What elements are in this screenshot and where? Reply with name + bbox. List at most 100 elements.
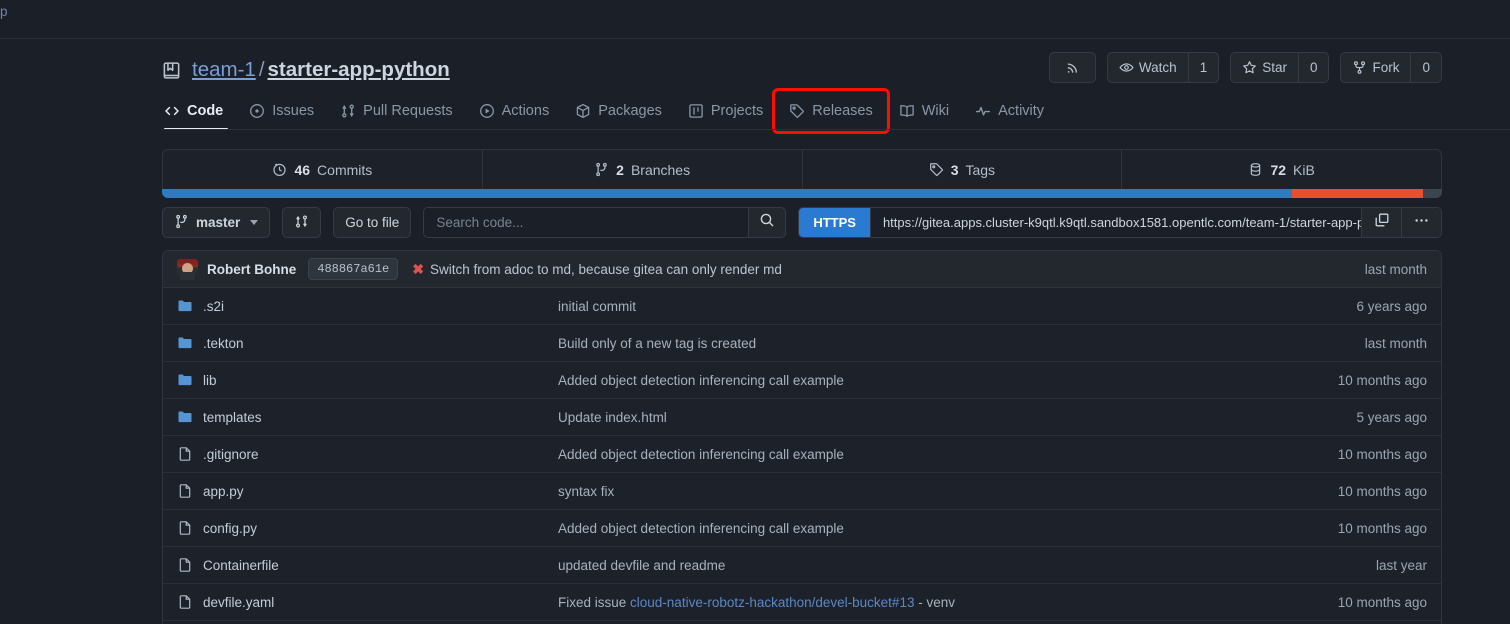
folder-icon	[177, 298, 193, 314]
page-fragment-text: p	[0, 4, 8, 19]
code-icon	[164, 103, 180, 119]
file-name[interactable]: app.py	[203, 484, 244, 499]
commit-hash[interactable]: 488867a61e	[308, 258, 399, 280]
file-name[interactable]: .tekton	[203, 336, 244, 351]
page-title: team-1/starter-app-python	[192, 58, 450, 81]
tab-wiki[interactable]: Wiki	[886, 92, 962, 130]
file-icon	[177, 594, 193, 610]
file-time: 10 months ago	[1337, 483, 1427, 499]
file-name[interactable]: .gitignore	[203, 447, 259, 462]
file-name[interactable]: .s2i	[203, 299, 224, 314]
branch-selector[interactable]: master	[162, 207, 271, 238]
search-button[interactable]	[748, 207, 787, 238]
clone-url-field[interactable]: https://gitea.apps.cluster-k9qtl.k9qtl.s…	[869, 208, 1361, 237]
file-commit-message[interactable]: Added object detection inferencing call …	[558, 447, 1322, 462]
tab-pull-requests[interactable]: Pull Requests	[327, 92, 465, 130]
file-commit-message[interactable]: Update index.html	[558, 410, 1340, 425]
table-row[interactable]: app.py syntax fix 10 months ago	[163, 473, 1441, 510]
tab-projects[interactable]: Projects	[675, 92, 776, 130]
tab-issues[interactable]: Issues	[236, 92, 327, 130]
pulse-icon	[975, 103, 991, 119]
file-commit-message[interactable]: Added object detection inferencing call …	[558, 373, 1322, 388]
book-icon	[899, 103, 915, 119]
file-icon	[177, 483, 193, 499]
file-time: 5 years ago	[1356, 409, 1427, 425]
file-time: 6 years ago	[1356, 298, 1427, 314]
file-name[interactable]: lib	[203, 373, 217, 388]
file-commit-message[interactable]: Added object detection inferencing call …	[558, 521, 1322, 536]
rss-button[interactable]	[1048, 52, 1096, 83]
tab-actions[interactable]: Actions	[466, 92, 563, 130]
stat-commits[interactable]: 46 Commits	[163, 150, 482, 189]
language-segment-blue[interactable]	[162, 189, 1293, 198]
language-bar	[162, 189, 1442, 198]
file-commit-message[interactable]: syntax fix	[558, 484, 1322, 499]
file-commit-message[interactable]: updated devfile and readme	[558, 558, 1360, 573]
file-name-cell: .gitignore	[177, 446, 558, 462]
star-label: Star	[1262, 60, 1287, 75]
table-row[interactable]: lib Added object detection inferencing c…	[163, 362, 1441, 399]
table-row[interactable]: config.py Added object detection inferen…	[163, 510, 1441, 547]
failed-x-icon[interactable]: ✖	[412, 262, 424, 276]
language-segment-orange[interactable]	[1292, 189, 1423, 198]
table-row[interactable]: .tekton Build only of a new tag is creat…	[163, 325, 1441, 362]
table-row[interactable]: Containerfile updated devfile and readme…	[163, 547, 1441, 584]
table-row[interactable]: templates Update index.html 5 years ago	[163, 399, 1441, 436]
file-commit-message[interactable]: initial commit	[558, 299, 1340, 314]
fork-button[interactable]: Fork	[1341, 53, 1410, 82]
repository-stats-bar: 46 Commits 2 Branches 3 Tags 72 KiB	[162, 149, 1442, 189]
tab-code[interactable]: Code	[162, 92, 236, 130]
fork-button-group: Fork 0	[1340, 52, 1442, 83]
copy-url-button[interactable]	[1361, 208, 1401, 237]
repo-owner-link[interactable]: team-1	[192, 58, 256, 81]
commit-author[interactable]: Robert Bohne	[207, 262, 296, 277]
compare-branches-button[interactable]	[282, 207, 322, 238]
star-button[interactable]: Star	[1231, 53, 1298, 82]
file-name-cell: templates	[177, 409, 558, 425]
table-row[interactable]: devfile.yaml Fixed issue cloud-native-ro…	[163, 584, 1441, 621]
file-name[interactable]: devfile.yaml	[203, 595, 274, 610]
stat-tags[interactable]: 3 Tags	[801, 150, 1122, 189]
folder-icon	[177, 409, 193, 425]
fork-label: Fork	[1372, 60, 1400, 75]
stat-branches[interactable]: 2 Branches	[481, 150, 802, 189]
code-search	[423, 207, 787, 238]
branch-icon	[174, 214, 189, 232]
clone-more-button[interactable]	[1401, 208, 1441, 237]
repo-name-link[interactable]: starter-app-python	[268, 58, 450, 81]
fork-count[interactable]: 0	[1410, 53, 1441, 82]
table-row[interactable]: .gitignore Added object detection infere…	[163, 436, 1441, 473]
file-commit-message[interactable]: Fixed issue cloud-native-robotz-hackatho…	[558, 595, 1322, 610]
language-segment-gray[interactable]	[1422, 189, 1442, 198]
tab-wiki-label: Wiki	[921, 103, 950, 119]
star-icon	[1242, 60, 1257, 75]
file-commit-message[interactable]: Build only of a new tag is created	[558, 336, 1349, 351]
watch-button[interactable]: Watch	[1108, 53, 1188, 82]
eye-icon	[1119, 60, 1134, 75]
watch-label: Watch	[1138, 60, 1177, 75]
star-count[interactable]: 0	[1297, 53, 1329, 82]
commit-time: last month	[1364, 261, 1427, 277]
commit-message[interactable]: Switch from adoc to md, because gitea ca…	[430, 262, 782, 277]
file-time: 10 months ago	[1337, 594, 1427, 610]
watch-count[interactable]: 1	[1187, 53, 1219, 82]
tabs-divider	[162, 129, 1510, 130]
tab-releases[interactable]: Releases	[772, 88, 890, 134]
tab-activity[interactable]: Activity	[962, 92, 1057, 130]
file-name[interactable]: templates	[203, 410, 262, 425]
tab-pull-requests-label: Pull Requests	[363, 103, 453, 119]
clone-protocol-button[interactable]: HTTPS	[799, 208, 870, 237]
file-icon	[177, 557, 193, 573]
go-to-file-button[interactable]: Go to file	[333, 207, 412, 238]
file-name-cell: app.py	[177, 483, 558, 499]
tab-packages-label: Packages	[598, 103, 662, 119]
issue-link[interactable]: cloud-native-robotz-hackathon/devel-buck…	[630, 595, 914, 610]
compare-branches-icon	[294, 214, 309, 232]
file-name[interactable]: config.py	[203, 521, 257, 536]
issue-icon	[249, 103, 265, 119]
tab-packages[interactable]: Packages	[562, 92, 675, 130]
file-name[interactable]: Containerfile	[203, 558, 279, 573]
table-row[interactable]: .s2i initial commit 6 years ago	[163, 288, 1441, 325]
package-icon	[575, 103, 591, 119]
search-input[interactable]	[423, 207, 749, 238]
